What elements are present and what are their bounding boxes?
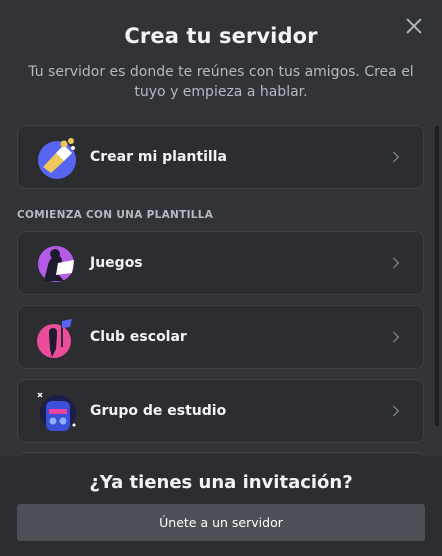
- template-label: Grupo de estudio: [90, 403, 227, 419]
- chevron-right-icon: [393, 331, 400, 343]
- join-server-button[interactable]: Únete a un servidor: [17, 504, 425, 541]
- scrollbar[interactable]: [435, 126, 439, 426]
- template-label: Club escolar: [90, 329, 187, 345]
- school-club-icon: [37, 319, 72, 358]
- template-school-club[interactable]: Club escolar: [17, 305, 424, 369]
- footer-title: ¿Ya tienes una invitación?: [89, 472, 353, 493]
- gaming-icon: [38, 246, 74, 282]
- study-group-icon: [37, 392, 76, 431]
- modal-subtitle: Tu servidor es donde te reúnes con tus a…: [28, 64, 414, 100]
- create-server-modal: Crea tu servidor Tu servidor es donde te…: [0, 0, 442, 556]
- template-study-group[interactable]: Grupo de estudio: [17, 379, 424, 443]
- chevron-right-icon: [393, 257, 400, 269]
- create-template-icon: [38, 138, 76, 179]
- template-gaming[interactable]: Juegos: [17, 231, 424, 295]
- templates-section-header: COMIENZA CON UNA PLANTILLA: [17, 209, 214, 221]
- template-label: Juegos: [90, 255, 143, 271]
- footer: ¿Ya tienes una invitación? Únete a un se…: [0, 456, 442, 556]
- modal-title: Crea tu servidor: [124, 24, 318, 48]
- create-template-label: Crear mi plantilla: [90, 149, 227, 165]
- create-template-option[interactable]: Crear mi plantilla: [17, 125, 424, 189]
- chevron-right-icon: [393, 151, 400, 163]
- chevron-right-icon: [393, 405, 400, 417]
